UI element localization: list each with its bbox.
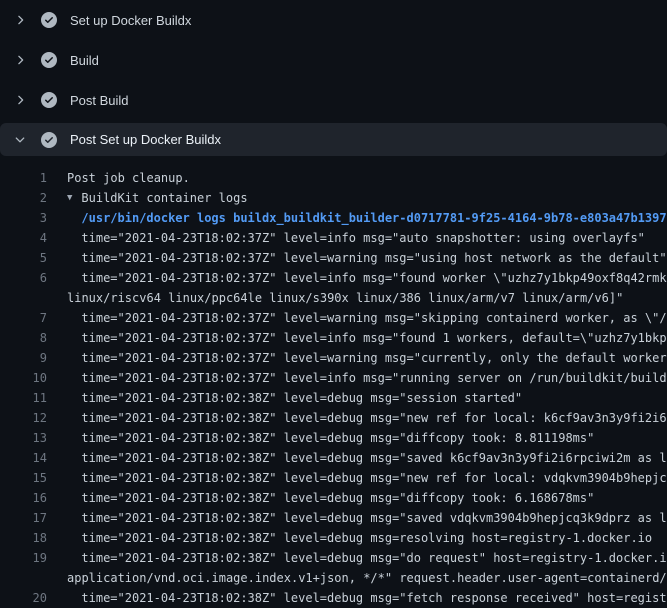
log-line: 17 time="2021-04-23T18:02:38Z" level=debu… (0, 508, 667, 528)
log-line-text: time="2021-04-23T18:02:38Z" level=debug … (67, 508, 667, 528)
step-label: Set up Docker Buildx (70, 13, 191, 28)
line-number-empty (0, 568, 47, 588)
log-line: 10 time="2021-04-23T18:02:37Z" level=info… (0, 368, 667, 388)
steps-list: Set up Docker Buildx Build Post Build Post … (0, 0, 667, 156)
group-toggle-caret-icon[interactable]: ▼ (67, 188, 81, 208)
log-line: 14 time="2021-04-23T18:02:38Z" level=debu… (0, 448, 667, 468)
line-number[interactable]: 8 (0, 328, 47, 348)
log-line-text: time="2021-04-23T18:02:37Z" level=warnin… (67, 248, 667, 268)
log-line: 20 time="2021-04-23T18:02:38Z" level=debu… (0, 588, 667, 608)
line-number[interactable]: 13 (0, 428, 47, 448)
log-line: 3/usr/bin/docker logs buildx_buildkit_bu… (0, 208, 667, 228)
step-label: Build (70, 53, 99, 68)
line-number[interactable]: 11 (0, 388, 47, 408)
log-line-text: time="2021-04-23T18:02:37Z" level=info m… (67, 328, 667, 348)
chevron-right-icon (13, 13, 27, 27)
log-line-wrap: application/vnd.oci.image.index.v1+json,… (0, 568, 667, 588)
line-number[interactable]: 9 (0, 348, 47, 368)
step-row-post-build[interactable]: Post Build (0, 80, 667, 120)
check-circle-icon (41, 12, 57, 28)
log-line-text: time="2021-04-23T18:02:38Z" level=debug … (67, 408, 667, 428)
chevron-down-icon (13, 133, 27, 147)
log-line: 15 time="2021-04-23T18:02:38Z" level=debu… (0, 468, 667, 488)
log-line: 1 Post job cleanup. (0, 168, 667, 188)
line-number[interactable]: 5 (0, 248, 47, 268)
line-number[interactable]: 15 (0, 468, 47, 488)
log-line: 13 time="2021-04-23T18:02:38Z" level=debu… (0, 428, 667, 448)
log-line: 7 time="2021-04-23T18:02:37Z" level=warni… (0, 308, 667, 328)
line-number[interactable]: 1 (0, 168, 47, 188)
log-line-text: BuildKit container logs (81, 188, 247, 208)
log-line-text: time="2021-04-23T18:02:38Z" level=debug … (67, 428, 594, 448)
line-number[interactable]: 14 (0, 448, 47, 468)
log-line: 11 time="2021-04-23T18:02:38Z" level=debu… (0, 388, 667, 408)
line-number[interactable]: 6 (0, 268, 47, 288)
line-number[interactable]: 4 (0, 228, 47, 248)
log-line-text: time="2021-04-23T18:02:38Z" level=debug … (67, 548, 667, 568)
actions-log-viewer: Set up Docker Buildx Build Post Build Post … (0, 0, 667, 608)
line-number[interactable]: 19 (0, 548, 47, 568)
line-number[interactable]: 20 (0, 588, 47, 608)
step-row-build[interactable]: Build (0, 40, 667, 80)
log-line-text: time="2021-04-23T18:02:38Z" level=debug … (67, 488, 594, 508)
log-line-text: Post job cleanup. (67, 168, 190, 188)
line-number[interactable]: 12 (0, 408, 47, 428)
log-command-text: /usr/bin/docker logs buildx_buildkit_bui… (67, 208, 667, 228)
log-line-wrap-text: application/vnd.oci.image.index.v1+json,… (67, 568, 667, 588)
line-number[interactable]: 2 (0, 188, 47, 208)
log-line-text: time="2021-04-23T18:02:38Z" level=debug … (67, 588, 667, 608)
line-number[interactable]: 16 (0, 488, 47, 508)
log-line-text: time="2021-04-23T18:02:37Z" level=info m… (67, 368, 667, 388)
log-line: 12 time="2021-04-23T18:02:38Z" level=debu… (0, 408, 667, 428)
chevron-right-icon (13, 93, 27, 107)
line-number[interactable]: 10 (0, 368, 47, 388)
log-line-text: time="2021-04-23T18:02:37Z" level=info m… (67, 268, 667, 288)
log-line-text: time="2021-04-23T18:02:38Z" level=debug … (67, 528, 652, 548)
log-line: 8 time="2021-04-23T18:02:37Z" level=info … (0, 328, 667, 348)
log-line: 18 time="2021-04-23T18:02:38Z" level=debu… (0, 528, 667, 548)
line-number[interactable]: 18 (0, 528, 47, 548)
log-line-wrap: linux/riscv64 linux/ppc64le linux/s390x … (0, 288, 667, 308)
line-number[interactable]: 7 (0, 308, 47, 328)
chevron-right-icon (13, 53, 27, 67)
line-number-empty (0, 288, 47, 308)
log-line-text: time="2021-04-23T18:02:38Z" level=debug … (67, 468, 667, 488)
log-line: 6 time="2021-04-23T18:02:37Z" level=info … (0, 268, 667, 288)
step-row-set-up-docker-buildx[interactable]: Set up Docker Buildx (0, 0, 667, 40)
log-line: 5 time="2021-04-23T18:02:37Z" level=warni… (0, 248, 667, 268)
line-number[interactable]: 3 (0, 208, 47, 228)
log-line: 19 time="2021-04-23T18:02:38Z" level=debu… (0, 548, 667, 568)
log-line-text: time="2021-04-23T18:02:38Z" level=debug … (67, 448, 667, 468)
step-label: Post Set up Docker Buildx (70, 132, 221, 147)
log-line: 9 time="2021-04-23T18:02:37Z" level=warni… (0, 348, 667, 368)
log-line-text: time="2021-04-23T18:02:37Z" level=warnin… (67, 308, 667, 328)
log-line-text: time="2021-04-23T18:02:37Z" level=info m… (67, 228, 645, 248)
line-number[interactable]: 17 (0, 508, 47, 528)
log-line: 4 time="2021-04-23T18:02:37Z" level=info … (0, 228, 667, 248)
log-line-wrap-text: linux/riscv64 linux/ppc64le linux/s390x … (67, 288, 623, 308)
step-label: Post Build (70, 93, 129, 108)
log-line: 16 time="2021-04-23T18:02:38Z" level=debu… (0, 488, 667, 508)
log-line-text: time="2021-04-23T18:02:38Z" level=debug … (67, 388, 522, 408)
log-line-text: time="2021-04-23T18:02:37Z" level=warnin… (67, 348, 667, 368)
step-row-post-set-up-docker-buildx[interactable]: Post Set up Docker Buildx (0, 123, 667, 156)
check-circle-icon (41, 132, 57, 148)
check-circle-icon (41, 92, 57, 108)
check-circle-icon (41, 52, 57, 68)
log-line: 2 ▼BuildKit container logs (0, 188, 667, 208)
log-container: 1 Post job cleanup. 2 ▼BuildKit container l… (0, 168, 667, 608)
